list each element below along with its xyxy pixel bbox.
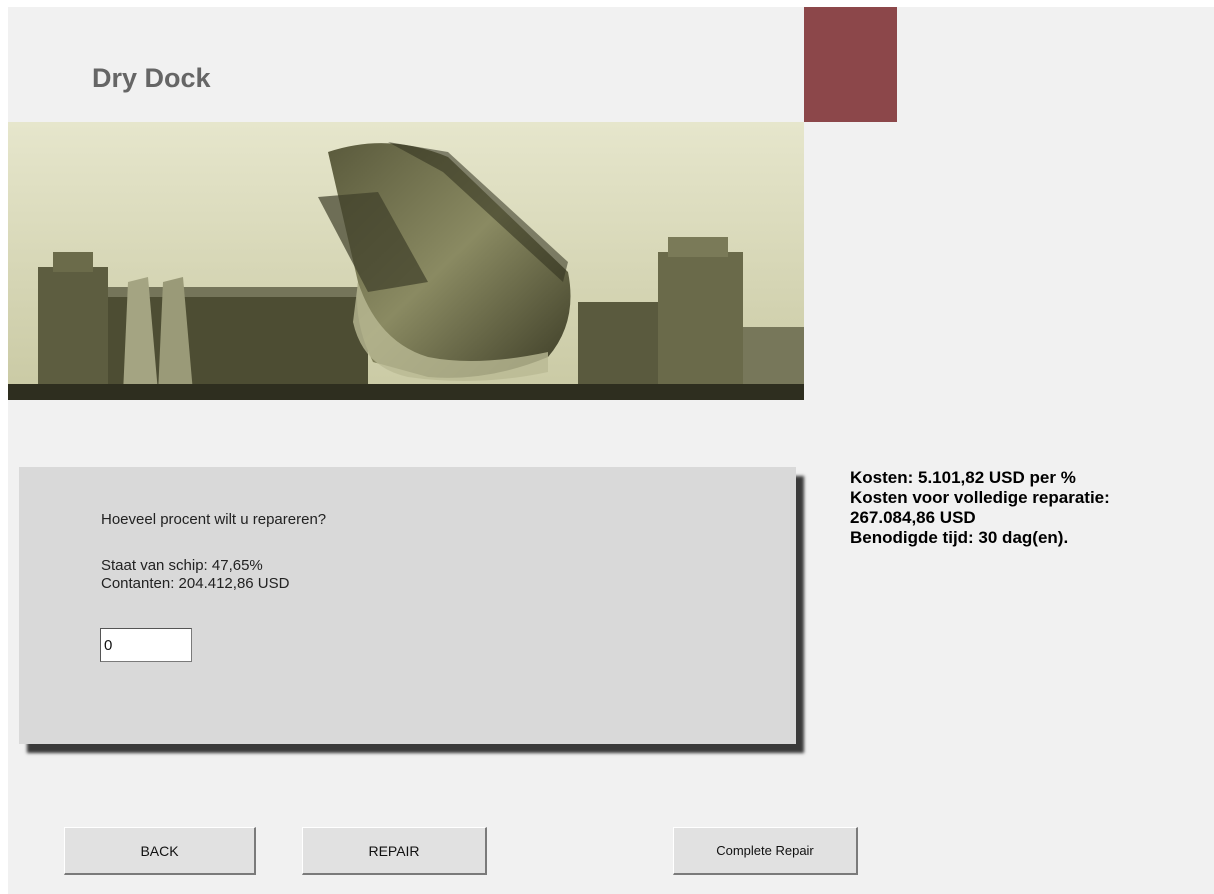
cost-info: Kosten: 5.101,82 USD per % Kosten voor v… bbox=[850, 468, 1110, 548]
accent-block bbox=[804, 7, 897, 122]
ship-condition-label: Staat van schip: 47,65% bbox=[101, 557, 263, 574]
dry-dock-screen: Dry Dock Hoeveel procent wilt u reparere… bbox=[8, 7, 1214, 894]
repair-button[interactable]: REPAIR bbox=[302, 827, 487, 875]
back-button[interactable]: BACK bbox=[64, 827, 256, 875]
page-title: Dry Dock bbox=[92, 63, 211, 93]
repair-panel: Hoeveel procent wilt u repareren? Staat … bbox=[19, 467, 796, 744]
cost-per-percent-label: Kosten: 5.101,82 USD per % bbox=[850, 468, 1076, 487]
full-repair-cost-amount: 267.084,86 USD bbox=[850, 508, 976, 527]
complete-repair-button[interactable]: Complete Repair bbox=[673, 827, 858, 875]
ship-banner-image bbox=[8, 122, 804, 400]
cash-label: Contanten: 204.412,86 USD bbox=[101, 575, 290, 592]
repair-percent-input[interactable] bbox=[100, 628, 192, 662]
full-repair-cost-label: Kosten voor volledige reparatie: bbox=[850, 488, 1110, 507]
repair-question-label: Hoeveel procent wilt u repareren? bbox=[101, 511, 327, 528]
required-time-label: Benodigde tijd: 30 dag(en). bbox=[850, 528, 1069, 547]
